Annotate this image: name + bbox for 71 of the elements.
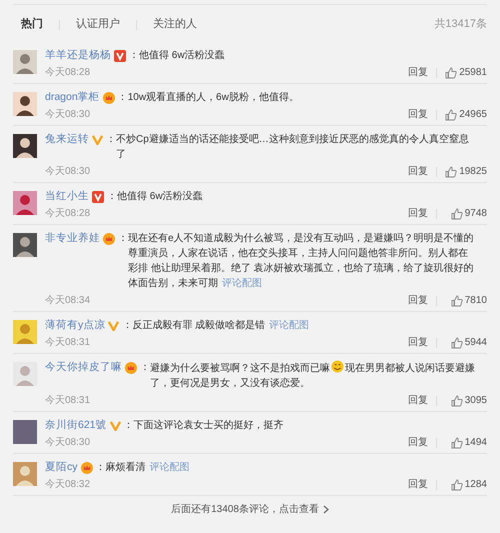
comment-time: 今天08:30 [45, 165, 90, 179]
user-name[interactable]: 羊羊还是杨杨 [45, 48, 111, 63]
comment-time: 今天08:34 [45, 294, 90, 308]
like-button[interactable]: 25981 [445, 65, 487, 80]
comment-text: 现在还有e人不知道成毅为什么被骂，是没有互动吗，是避嫌吗？明明是不懂的尊重演员，人家在说话，他在交头接耳，主持人问问题他答非所问。别人都在彩排 他让助理呆着那。绝了 袁冰妍被欢瑞孤立，也给了琉璃，给了旋玑很好的体面告别，未来可期 评论配图 [128, 232, 475, 291]
user-name[interactable]: 奈川街621號 [45, 418, 107, 433]
like-button[interactable]: 5944 [445, 335, 487, 350]
comment-text: 不炒Cp避嫌适当的话还能接受吧…这种刻意到接近厌恶的感觉真的令人真空窒息了 [116, 132, 470, 162]
comment-text: 10w观看直播的人，6w脱粉，他值得。 [128, 90, 300, 105]
reply-link[interactable]: 回复 [408, 293, 428, 308]
colon: ： [122, 319, 132, 333]
comment-time: 今天08:31 [45, 336, 90, 350]
like-button[interactable]: 1284 [445, 477, 487, 492]
comment-time: 今天08:31 [45, 394, 90, 408]
like-button[interactable]: 24965 [445, 107, 487, 122]
thumbs-up-icon [445, 66, 458, 78]
filter-tab[interactable]: 认证用户 [68, 16, 128, 33]
colon: ： [118, 232, 128, 246]
reply-link[interactable]: 回复 [408, 393, 428, 408]
comment-text: 下面这评论袁女士买的挺好，挺齐 [134, 418, 285, 433]
comment-text: 他值得 6w活粉没蠢 [117, 190, 204, 204]
colon: ： [129, 49, 139, 63]
reply-link[interactable]: 回复 [408, 206, 428, 221]
user-name[interactable]: 兔来运转 [45, 132, 89, 147]
colon: ： [124, 419, 134, 433]
like-button[interactable]: 3095 [445, 393, 487, 408]
filter-tab[interactable]: 关注的人 [145, 16, 205, 33]
user-name[interactable]: 夏陌cy [45, 460, 78, 475]
thumbs-up-icon [450, 294, 463, 306]
user-name[interactable]: 薄荷有y点凉 [45, 318, 106, 333]
thumbs-up-icon [450, 436, 463, 448]
comment-count: 共13417条 [434, 17, 487, 32]
filter-tab[interactable]: 热门 [13, 16, 51, 33]
comment-text: 麻烦看清 评论配图 [106, 460, 190, 475]
comment-time: 今天08:30 [45, 436, 90, 450]
more-comments-link[interactable]: 后面还有13408条评论，点击查看 [13, 496, 487, 523]
more-comments-text: 后面还有13408条评论，点击查看 [171, 502, 319, 517]
reply-link[interactable]: 回复 [408, 477, 428, 492]
reply-link[interactable]: 回复 [408, 65, 428, 80]
comment-time: 今天08:30 [45, 108, 90, 122]
thumbs-up-icon [445, 108, 458, 120]
comment-text: 反正成毅有罪 成毅做啥都是错 评论配图 [132, 318, 310, 333]
reply-link[interactable]: 回复 [408, 435, 428, 450]
smiley-icon [331, 360, 344, 373]
like-button[interactable]: 7810 [445, 293, 487, 308]
comment-text: 他值得 6w活粉没蠢 [139, 49, 226, 63]
thumbs-up-icon [445, 166, 458, 178]
thumbs-up-icon [450, 336, 463, 348]
user-name[interactable]: 当红小生 [45, 189, 89, 204]
like-button[interactable]: 19825 [445, 164, 487, 179]
user-name[interactable]: 今天你掉皮了嘛 [45, 360, 122, 375]
thumbs-up-icon [450, 208, 463, 220]
reply-link[interactable]: 回复 [408, 164, 428, 179]
user-name[interactable]: 非专业养娃 [45, 231, 100, 246]
user-name[interactable]: dragon掌柜 [45, 90, 100, 105]
like-button[interactable]: 1494 [445, 435, 487, 450]
colon: ： [140, 361, 150, 375]
thumbs-up-icon [450, 394, 463, 406]
comment-time: 今天08:28 [45, 207, 90, 221]
comment-time: 今天08:28 [45, 66, 90, 80]
comment-time: 今天08:32 [45, 478, 90, 492]
colon: ： [107, 190, 117, 204]
colon: ： [106, 133, 116, 147]
colon: ： [118, 91, 128, 105]
reply-link[interactable]: 回复 [408, 335, 428, 350]
thumbs-up-icon [450, 478, 463, 490]
comment-text: 避嫌为什么要被骂啊？这不是拍戏而已嘛 现在男男都被人说闲话要避嫌了，更何况是男女，又没有谈恋爱。 [150, 360, 487, 391]
like-button[interactable]: 9748 [445, 206, 487, 221]
reply-link[interactable]: 回复 [408, 107, 428, 122]
colon: ： [96, 461, 106, 475]
chevron-right-icon [322, 505, 329, 514]
